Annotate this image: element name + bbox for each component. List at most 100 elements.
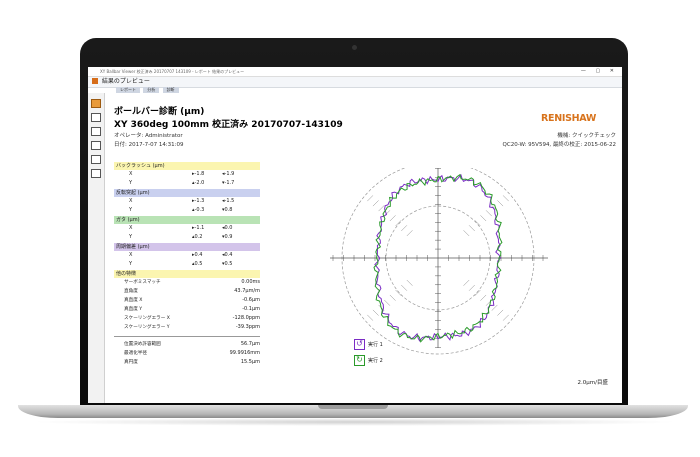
logo-text: RENISHAW [541, 113, 597, 124]
value-positive: ▴0.2 [192, 234, 203, 240]
diagonal-tick [401, 284, 408, 291]
table-row: 真直度 X -0.6μm [114, 296, 260, 305]
table-row: 位置決め許容範囲 56.7μm [114, 340, 260, 349]
diagonal-tick [389, 294, 396, 301]
diagnostic-report-icon[interactable] [91, 99, 101, 108]
value-negative: ◂0.4 [222, 252, 233, 258]
diagonal-tick [485, 210, 492, 217]
axis-label: X [129, 171, 133, 177]
section-header: バックラッシュ (μm) [114, 162, 260, 170]
diagonal-tick [480, 215, 487, 222]
value-negative: ◂-1.9 [222, 171, 235, 177]
tab-diagnosis[interactable]: 診断 [162, 87, 179, 93]
window-title: XY Ballbar Viewer 校正済み 20170707 143109 -… [100, 69, 245, 74]
table-row: X ▸-1.3 ◂-1.5 [114, 197, 260, 206]
divider [114, 336, 260, 337]
feature-value: 0.00ms [241, 279, 260, 285]
table-row: スケーリングエラー Y -39.3ppm [114, 323, 260, 332]
section-header: ガタ (μm) [114, 216, 260, 224]
table-row: 真円度 15.5μm [114, 358, 260, 367]
feature-label: 直角度 [124, 289, 138, 294]
diagonal-tick [406, 230, 413, 237]
diagonal-tick [480, 294, 487, 301]
diagnosis-table: バックラッシュ (μm) X ▸-1.8 ◂-1.9 Y ▴-2.0 ▾-1.7 反転突起 (… [114, 161, 260, 367]
history-report-icon[interactable] [91, 141, 101, 150]
feature-label: 真直度 X [124, 298, 143, 303]
summary-value: 99.9916mm [229, 350, 260, 356]
feature-label: サーボミスマッチ [124, 280, 161, 285]
value-positive: ▸-1.1 [192, 225, 205, 231]
summary-value: 15.5μm [240, 359, 260, 365]
analysis-report-icon[interactable] [91, 127, 101, 136]
value-positive: ▴-0.3 [192, 207, 205, 213]
value-negative: ▾-1.7 [222, 180, 235, 186]
diagonal-tick [497, 309, 504, 316]
table-row: サーボミスマッチ 0.00ms [114, 278, 260, 287]
summary-label: 最適化半径 [124, 351, 147, 356]
device-text: QC20-W: 95V594, 最終の校正: 2015-06-22 [502, 142, 616, 148]
diagonal-tick [502, 195, 509, 202]
print-preview-icon[interactable] [91, 169, 101, 178]
table-row: Y ▴0.2 ▾0.9 [114, 233, 260, 242]
report-title: ボールバー診断 (μm) [114, 107, 205, 117]
feature-label: 真直度 Y [124, 307, 143, 312]
axis-label: X [129, 252, 133, 258]
value-negative: ▾0.9 [222, 234, 233, 240]
diagonal-tick [463, 230, 470, 237]
diagonal-tick [468, 225, 475, 232]
app-icon [92, 78, 98, 84]
laptop-base [18, 405, 688, 418]
feature-label: スケーリングエラー X [124, 316, 170, 321]
section-header: 周期偏差 (μm) [114, 243, 260, 251]
window-titlebar: XY Ballbar Viewer 校正済み 20170707 143109 -… [88, 67, 622, 77]
table-row: 最適化半径 99.9916mm [114, 349, 260, 358]
diagonal-tick [367, 195, 374, 202]
value-positive: ▸-1.3 [192, 198, 205, 204]
diagonal-tick [406, 279, 413, 286]
table-row: Y ▴-2.0 ▾-1.7 [114, 179, 260, 188]
diagonal-tick [474, 220, 481, 227]
table-row: X ▸-1.8 ◂-1.9 [114, 170, 260, 179]
diagonal-tick [367, 314, 374, 321]
laptop-shadow [30, 418, 680, 426]
table-row: 直角度 43.7μm/m [114, 287, 260, 296]
feature-value: -39.3ppm [235, 324, 260, 330]
report-subtitle: XY 360deg 100mm 校正済み 20170707-143109 [114, 120, 343, 130]
app-title: 結果のプレビュー [101, 78, 150, 85]
scale-label: 2.0μm/目盛 [577, 380, 608, 386]
diagonal-tick [502, 314, 509, 321]
machine-text: 機械: クイックチェック [557, 133, 616, 139]
section-header: 反転突起 (μm) [114, 189, 260, 197]
feature-label: スケーリングエラー Y [124, 325, 170, 330]
report-toolbar [88, 93, 105, 403]
axis-label: Y [129, 234, 133, 240]
window-controls[interactable]: — ▢ ✕ [581, 67, 618, 76]
diagonal-tick [372, 309, 379, 316]
diagonal-tick [497, 200, 504, 207]
axis-label: Y [129, 180, 133, 186]
summary-label: 位置決め許容範囲 [124, 342, 161, 347]
polar-plot-icon[interactable] [91, 113, 101, 122]
value-negative: ▾0.5 [222, 261, 233, 267]
operator-text: オペレータ: Administrator [114, 133, 183, 139]
summary-label: 真円度 [124, 360, 138, 365]
table-row: X ▸0.4 ◂0.4 [114, 251, 260, 260]
feature-value: -0.1μm [242, 306, 260, 312]
tab-strip: レポート 分析 診断 [116, 87, 181, 93]
diagonal-tick [395, 289, 402, 296]
date-text: 日付: 2017-7-07 14:31:09 [114, 142, 184, 148]
feature-value: -0.6μm [242, 297, 260, 303]
diagonal-tick [401, 225, 408, 232]
value-positive: ▴-2.0 [192, 180, 205, 186]
axis-label: X [129, 225, 133, 231]
table-row: スケーリングエラー X -128.0ppm [114, 314, 260, 323]
value-negative: ▾0.8 [222, 207, 233, 213]
comparison-report-icon[interactable] [91, 155, 101, 164]
axis-label: Y [129, 207, 133, 213]
tab-analysis[interactable]: 分析 [143, 87, 160, 93]
table-row: 真直度 Y -0.1μm [114, 305, 260, 314]
tab-report[interactable]: レポート [116, 87, 140, 93]
diagonal-tick [463, 279, 470, 286]
diagonal-tick [468, 284, 475, 291]
renishaw-logo: RENISHAW [541, 106, 617, 124]
